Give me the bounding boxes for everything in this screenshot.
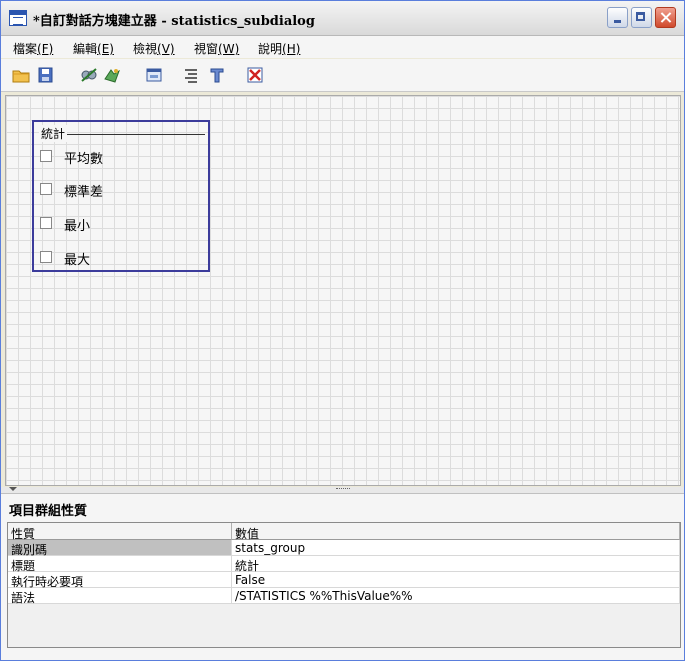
checkbox-box[interactable] — [40, 150, 52, 162]
checkbox-label: 最小 — [64, 219, 91, 234]
collapse-arrow-icon[interactable] — [9, 487, 17, 491]
install-icon[interactable] — [103, 67, 121, 83]
column-header-property[interactable]: 性質 — [8, 523, 232, 541]
checkbox-box[interactable] — [40, 217, 52, 229]
menu-file[interactable]: 檔案(F) — [13, 40, 53, 57]
design-canvas[interactable]: 統計 平均數 標準差 最小 最大 — [5, 95, 681, 486]
property-value[interactable]: 統計 — [232, 556, 680, 573]
align-icon[interactable] — [182, 67, 200, 83]
properties-table: 性質 數值 識別碼 stats_group 標題 統計 執行時必要項 False… — [7, 522, 681, 648]
checkbox-label: 平均數 — [64, 152, 104, 167]
properties-pane: 項目群組性質 性質 數值 識別碼 stats_group 標題 統計 執行時必要… — [1, 494, 684, 660]
property-name[interactable]: 標題 — [8, 556, 232, 573]
checkbox-box[interactable] — [40, 183, 52, 195]
menu-view[interactable]: 檢視(V) — [133, 40, 175, 57]
splitter-grip-icon[interactable] — [336, 488, 350, 492]
property-name[interactable]: 執行時必要項 — [8, 572, 232, 589]
menu-edit[interactable]: 編輯(E) — [73, 40, 114, 57]
property-value[interactable]: False — [232, 572, 680, 588]
checkbox-label: 最大 — [64, 253, 91, 268]
maximize-button[interactable] — [631, 7, 652, 28]
property-name[interactable]: 識別碼 — [8, 540, 232, 557]
preview-icon[interactable] — [80, 67, 98, 83]
pane-splitter[interactable] — [1, 487, 684, 494]
property-value[interactable]: stats_group — [232, 540, 680, 556]
tools-icon[interactable] — [208, 67, 226, 83]
checkbox-label: 標準差 — [64, 185, 104, 200]
table-row[interactable]: 執行時必要項 False — [8, 572, 680, 589]
menu-help[interactable]: 說明(H) — [258, 40, 300, 57]
property-value[interactable]: /STATISTICS %%ThisValue%% — [232, 588, 680, 604]
checkbox-box[interactable] — [40, 251, 52, 263]
toolbar — [1, 59, 684, 92]
app-icon — [9, 10, 27, 26]
property-name[interactable]: 語法 — [8, 588, 232, 605]
table-row[interactable]: 識別碼 stats_group — [8, 540, 680, 557]
open-folder-icon[interactable] — [12, 67, 30, 83]
group-title: 統計 — [39, 125, 68, 142]
column-header-value[interactable]: 數值 — [232, 523, 680, 541]
window-title: *自訂對話方塊建立器 - statistics_subdialog — [33, 14, 315, 29]
properties-title: 項目群組性質 — [9, 504, 88, 519]
title-bar[interactable]: *自訂對話方塊建立器 - statistics_subdialog — [1, 1, 684, 36]
app-window: *自訂對話方塊建立器 - statistics_subdialog 檔案(F) … — [0, 0, 685, 661]
minimize-button[interactable] — [607, 7, 628, 28]
delete-icon[interactable] — [246, 67, 264, 83]
item-group[interactable]: 統計 平均數 標準差 最小 最大 — [32, 120, 210, 272]
table-row[interactable]: 標題 統計 — [8, 556, 680, 573]
dialog-properties-icon[interactable] — [145, 67, 163, 83]
menu-window[interactable]: 視窗(W) — [194, 40, 239, 57]
menu-bar: 檔案(F) 編輯(E) 檢視(V) 視窗(W) 說明(H) — [1, 36, 684, 58]
table-row[interactable]: 語法 /STATISTICS %%ThisValue%% — [8, 588, 680, 605]
save-icon[interactable] — [37, 67, 55, 83]
close-button[interactable] — [655, 7, 676, 28]
